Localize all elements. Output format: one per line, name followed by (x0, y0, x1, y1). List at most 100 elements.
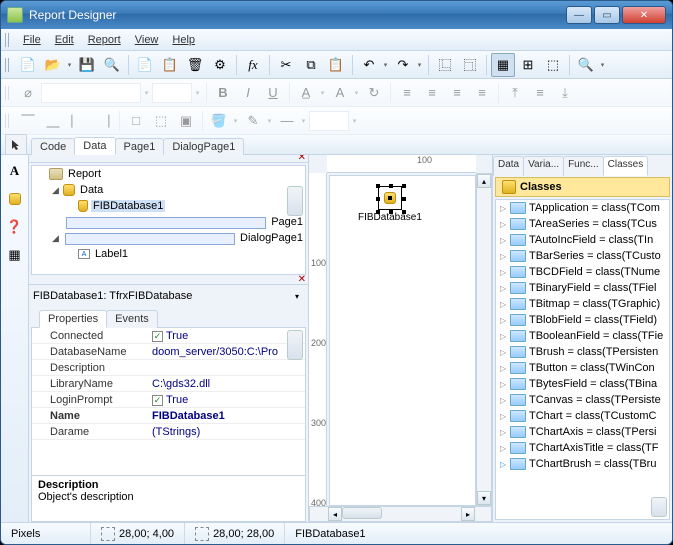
class-item[interactable]: ▷TChartBrush = class(TBru (496, 456, 669, 472)
expand-icon[interactable]: ▷ (500, 412, 510, 421)
property-row[interactable]: DatabaseNamedoom_server/3050:C:\Pro (32, 344, 305, 360)
align-right-button[interactable]: ≡ (445, 81, 469, 105)
class-item[interactable]: ▷TChartAxisTitle = class(TF (496, 440, 669, 456)
class-item[interactable]: ▷TBytesField = class(TBina (496, 376, 669, 392)
class-item[interactable]: ▷TApplication = class(TCom (496, 200, 669, 216)
class-item[interactable]: ▷TChartAxis = class(TPersi (496, 424, 669, 440)
expand-icon[interactable]: ▷ (500, 428, 510, 437)
classes-header[interactable]: Classes (495, 177, 670, 197)
tree-data[interactable]: Data (78, 184, 105, 196)
paste-button[interactable]: 📋 (324, 53, 348, 77)
redo-dropdown[interactable]: ▾ (415, 53, 424, 77)
class-item[interactable]: ▷TAutoIncField = class(TIn (496, 232, 669, 248)
expand-icon[interactable]: ▷ (500, 380, 510, 389)
dropdown-icon[interactable]: ▾ (290, 292, 304, 301)
close-panel-icon[interactable]: ✕ (298, 274, 306, 285)
frame-shadow-button[interactable]: ▣ (174, 109, 198, 133)
menu-view[interactable]: View (129, 32, 165, 48)
fit-grid-button[interactable]: ⬚ (541, 53, 565, 77)
page-settings-button[interactable]: ⚙ (208, 53, 232, 77)
undo-button[interactable]: ↶ (357, 53, 381, 77)
frame-top-button[interactable]: ⎺ (16, 109, 40, 133)
tree-page1[interactable]: Page1 (269, 216, 305, 228)
class-item[interactable]: ▷TBooleanField = class(TFie (496, 328, 669, 344)
db-tool-button[interactable] (3, 187, 27, 211)
show-grid-button[interactable]: ▦ (491, 53, 515, 77)
delete-page-button[interactable]: 🗑 (183, 53, 207, 77)
object-selector-input[interactable] (33, 287, 290, 305)
scroll-down-button[interactable]: ▾ (477, 491, 491, 505)
query-tool-button[interactable]: ❓ (3, 215, 27, 239)
table-tool-button[interactable]: ▦ (3, 243, 27, 267)
classes-tree[interactable]: ▷TApplication = class(TCom▷TAreaSeries =… (495, 199, 670, 520)
expand-icon[interactable]: ▷ (500, 444, 510, 453)
object-selector[interactable]: ▾ (29, 285, 308, 307)
expand-icon[interactable]: ▷ (500, 332, 510, 341)
scroll-left-button[interactable]: ◂ (328, 507, 342, 521)
expand-icon[interactable]: ▷ (500, 220, 510, 229)
scrollbar-thumb[interactable] (287, 186, 303, 216)
valign-bot-button[interactable]: ⤓ (553, 81, 577, 105)
fontsize-dropdown[interactable]: ▾ (193, 81, 202, 105)
design-surface[interactable]: FIBDatabase1 (329, 175, 476, 506)
tab-dialogpage1[interactable]: DialogPage1 (163, 138, 244, 155)
menu-report[interactable]: Report (82, 32, 127, 48)
valign-mid-button[interactable]: ≡ (528, 81, 552, 105)
scroll-right-button[interactable]: ▸ (461, 507, 475, 521)
property-row[interactable]: LoginPrompt✓True (32, 392, 305, 408)
class-item[interactable]: ▷TCanvas = class(TPersiste (496, 392, 669, 408)
class-item[interactable]: ▷TBrush = class(TPersisten (496, 344, 669, 360)
property-value[interactable]: C:\gds32.dll (152, 378, 305, 390)
font-combo[interactable] (41, 83, 141, 103)
expand-icon[interactable]: ▷ (500, 252, 510, 261)
align-center-button[interactable]: ≡ (420, 81, 444, 105)
checkbox-icon[interactable]: ✓ (152, 331, 163, 342)
frame-all-button[interactable]: □ (124, 109, 148, 133)
expand-icon[interactable]: ▷ (500, 364, 510, 373)
rtab-variables[interactable]: Varia... (523, 156, 564, 176)
scroll-up-button[interactable]: ▴ (477, 174, 491, 188)
ungroup-button[interactable]: ⿹ (458, 53, 482, 77)
tree-label1[interactable]: Label1 (93, 248, 130, 260)
tab-page1[interactable]: Page1 (115, 138, 165, 155)
variables-button[interactable]: fx (241, 53, 265, 77)
class-item[interactable]: ▷TChart = class(TCustomC (496, 408, 669, 424)
expand-icon[interactable]: ▷ (500, 284, 510, 293)
highlight-button[interactable]: A (328, 81, 352, 105)
group-button[interactable]: ⿺ (433, 53, 457, 77)
rtab-functions[interactable]: Func... (563, 156, 604, 176)
expand-icon[interactable]: ▷ (500, 204, 510, 213)
select-tool-button[interactable] (5, 134, 27, 154)
property-row[interactable]: Darame(TStrings) (32, 424, 305, 440)
framestyle-button[interactable]: — (275, 109, 299, 133)
expand-icon[interactable]: ▷ (500, 300, 510, 309)
open-button[interactable]: 📂 (41, 53, 65, 77)
property-row[interactable]: LibraryNameC:\gds32.dll (32, 376, 305, 392)
expand-icon[interactable]: ▷ (500, 268, 510, 277)
property-value[interactable]: FIBDatabase1 (152, 410, 305, 422)
property-value[interactable]: ✓True (152, 394, 305, 406)
expand-icon[interactable]: ▷ (500, 236, 510, 245)
expand-icon[interactable]: ▷ (500, 396, 510, 405)
tree-fibdatabase1[interactable]: FIBDatabase1 (91, 200, 165, 212)
tab-code[interactable]: Code (31, 138, 75, 155)
open-dropdown[interactable]: ▾ (65, 53, 74, 77)
menu-edit[interactable]: Edit (49, 32, 80, 48)
expand-icon[interactable]: ▷ (500, 316, 510, 325)
close-panel-icon[interactable]: ✕ (298, 155, 306, 163)
underline-button[interactable]: U (261, 81, 285, 105)
menu-help[interactable]: Help (166, 32, 201, 48)
scrollbar-thumb[interactable] (651, 497, 667, 517)
fontcolor-button[interactable]: A̲ (294, 81, 318, 105)
new-page-button[interactable]: 📄 (133, 53, 157, 77)
scrollbar-thumb[interactable] (342, 507, 382, 519)
align-left-button[interactable]: ≡ (395, 81, 419, 105)
rotate-button[interactable]: ↻ (362, 81, 386, 105)
rtab-data[interactable]: Data (493, 156, 524, 176)
frame-none-button[interactable]: ⬚ (149, 109, 173, 133)
cut-button[interactable]: ✂ (274, 53, 298, 77)
text-tool-button[interactable]: A (3, 159, 27, 183)
valign-top-button[interactable]: ⤒ (503, 81, 527, 105)
copy-button[interactable]: ⧉ (299, 53, 323, 77)
class-item[interactable]: ▷TBlobField = class(TField) (496, 312, 669, 328)
